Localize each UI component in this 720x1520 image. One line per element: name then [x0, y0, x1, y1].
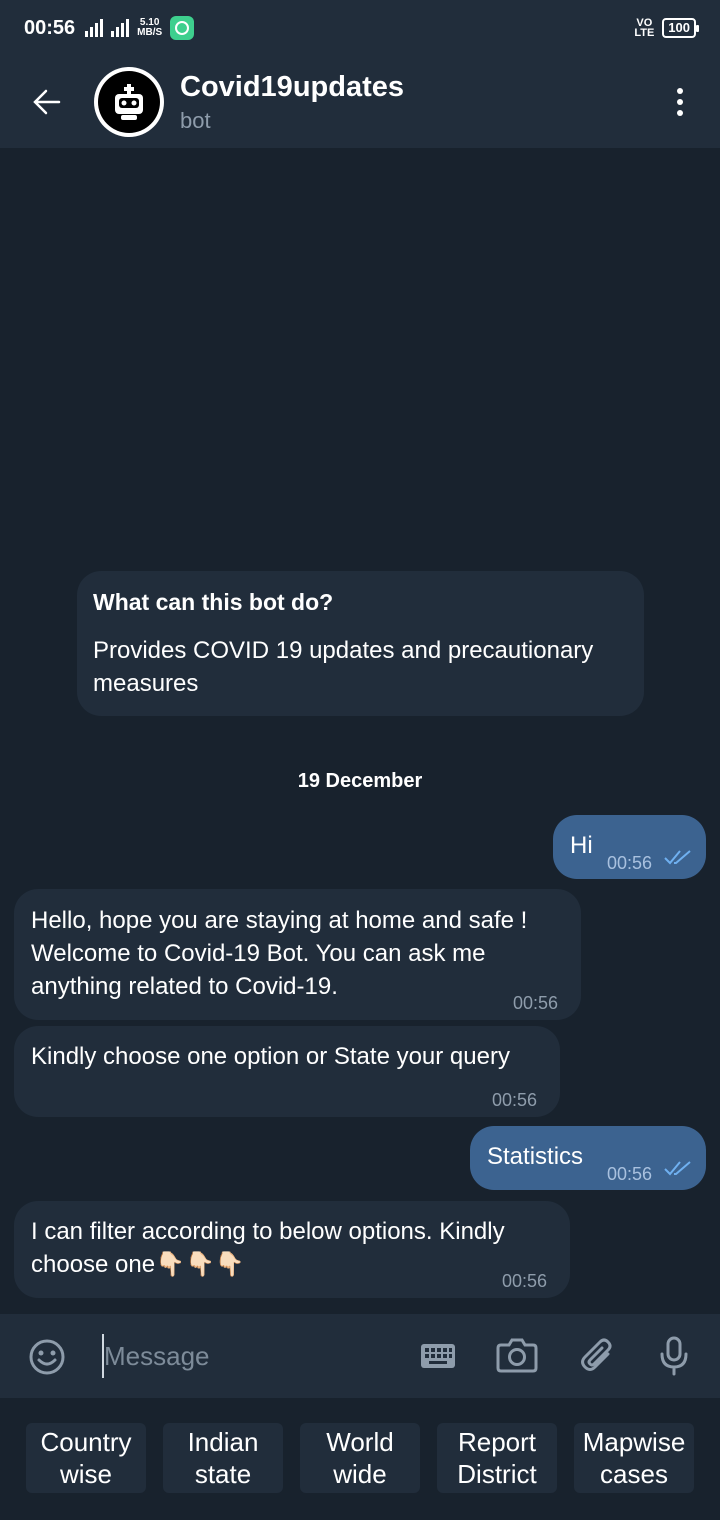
- chat-subtitle: bot: [180, 107, 211, 133]
- message-time: 00:56: [492, 1090, 538, 1110]
- label-line: Report: [457, 1427, 537, 1457]
- message-text: Hello, hope you are staying at home and …: [31, 907, 528, 1000]
- robot-icon: [98, 71, 160, 133]
- attach-button[interactable]: [576, 1334, 618, 1378]
- label-line: wise: [59, 1459, 112, 1489]
- label-line: Indian: [187, 1427, 259, 1457]
- message-text: Statistics: [487, 1143, 584, 1170]
- label-line: cases: [600, 1459, 668, 1489]
- status-bar: 00:56 5.10 MB/S VO LTE 100: [0, 0, 720, 56]
- signal-4g-icon: [85, 19, 104, 37]
- date-separator: 19 December: [297, 770, 423, 792]
- camera-button[interactable]: [495, 1334, 539, 1376]
- microphone-icon: [660, 1336, 688, 1376]
- chat-header: Covid19updates bot: [0, 56, 720, 148]
- message-bubble-outgoing[interactable]: Hi 00:56: [553, 815, 706, 879]
- message-bubble-incoming[interactable]: Hello, hope you are staying at home and …: [14, 889, 581, 1020]
- label-line: Country: [40, 1427, 132, 1457]
- keyboard-button-report-district[interactable]: Report District: [437, 1423, 557, 1493]
- keyboard-button-label: Report District: [457, 1426, 536, 1490]
- bot-keyboard: Country wise Indian state World wide Report…: [0, 1398, 720, 1520]
- message-bubble-outgoing[interactable]: Statistics 00:56: [470, 1126, 706, 1190]
- keyboard-button-label: Indian state: [188, 1426, 259, 1490]
- label-line: District: [457, 1459, 537, 1489]
- bot-info-title: What can this bot do?: [93, 589, 334, 615]
- keyboard-button[interactable]: [418, 1340, 458, 1372]
- signal-icon: [111, 19, 130, 37]
- avatar[interactable]: [94, 67, 164, 137]
- chat-title-block[interactable]: Covid19updates bot: [180, 71, 404, 134]
- camera-icon: [496, 1338, 538, 1373]
- keyboard-button-world-wide[interactable]: World wide: [300, 1423, 420, 1493]
- status-time: 00:56: [24, 16, 76, 39]
- emoji-icon: [29, 1339, 65, 1375]
- bot-info-description: Provides COVID 19 updates and precaution…: [93, 637, 594, 697]
- battery-icon: 100: [662, 18, 699, 38]
- keyboard-button-label: World wide: [326, 1426, 393, 1490]
- message-time: 00:56: [502, 1271, 548, 1291]
- keyboard-button-label: Mapwise cases: [583, 1426, 686, 1490]
- keyboard-button-country-wise[interactable]: Country wise: [26, 1423, 146, 1493]
- speed-unit: MB/S: [137, 27, 163, 38]
- dot: [677, 110, 683, 116]
- keyboard-button-label: Country wise: [40, 1426, 131, 1490]
- dot: [677, 99, 683, 105]
- message-time: 00:56: [513, 993, 559, 1013]
- message-text: Hi: [570, 832, 593, 859]
- double-check-icon: [664, 1161, 691, 1176]
- volte-bottom: LTE: [634, 27, 655, 39]
- attach-icon: [581, 1338, 612, 1371]
- chat-title: Covid19updates: [180, 70, 404, 103]
- message-time: 00:56: [607, 853, 653, 873]
- keyboard-button-mapwise-cases[interactable]: Mapwise cases: [574, 1423, 694, 1493]
- message-input[interactable]: [102, 1334, 402, 1378]
- label-line: state: [194, 1459, 252, 1489]
- volte-indicator: VO LTE: [634, 18, 655, 39]
- back-button[interactable]: [0, 56, 94, 148]
- arrow-left-icon: [33, 89, 61, 115]
- message-input-bar: [0, 1314, 720, 1398]
- emoji-button[interactable]: [26, 1336, 68, 1378]
- message-time: 00:56: [607, 1164, 653, 1184]
- label-line: wide: [333, 1459, 387, 1489]
- double-check-icon: [664, 850, 691, 865]
- message-bubble-incoming[interactable]: I can filter according to below options.…: [14, 1201, 570, 1298]
- notification-app-icon: [170, 16, 195, 40]
- label-line: Mapwise: [582, 1427, 686, 1457]
- bot-info-card: What can this bot do? Provides COVID 19 …: [77, 571, 644, 716]
- microphone-button[interactable]: [656, 1334, 692, 1378]
- message-text: I can filter according to below options.…: [31, 1218, 505, 1278]
- keyboard-button-indian-state[interactable]: Indian state: [163, 1423, 283, 1493]
- more-vertical-icon: [677, 88, 683, 94]
- label-line: World: [326, 1427, 394, 1457]
- keyboard-icon: [421, 1344, 455, 1368]
- message-text: Kindly choose one option or State your q…: [31, 1043, 510, 1070]
- more-options-button[interactable]: [640, 56, 720, 148]
- network-speed: 5.10 MB/S: [137, 18, 162, 38]
- message-bubble-incoming[interactable]: Kindly choose one option or State your q…: [14, 1026, 560, 1117]
